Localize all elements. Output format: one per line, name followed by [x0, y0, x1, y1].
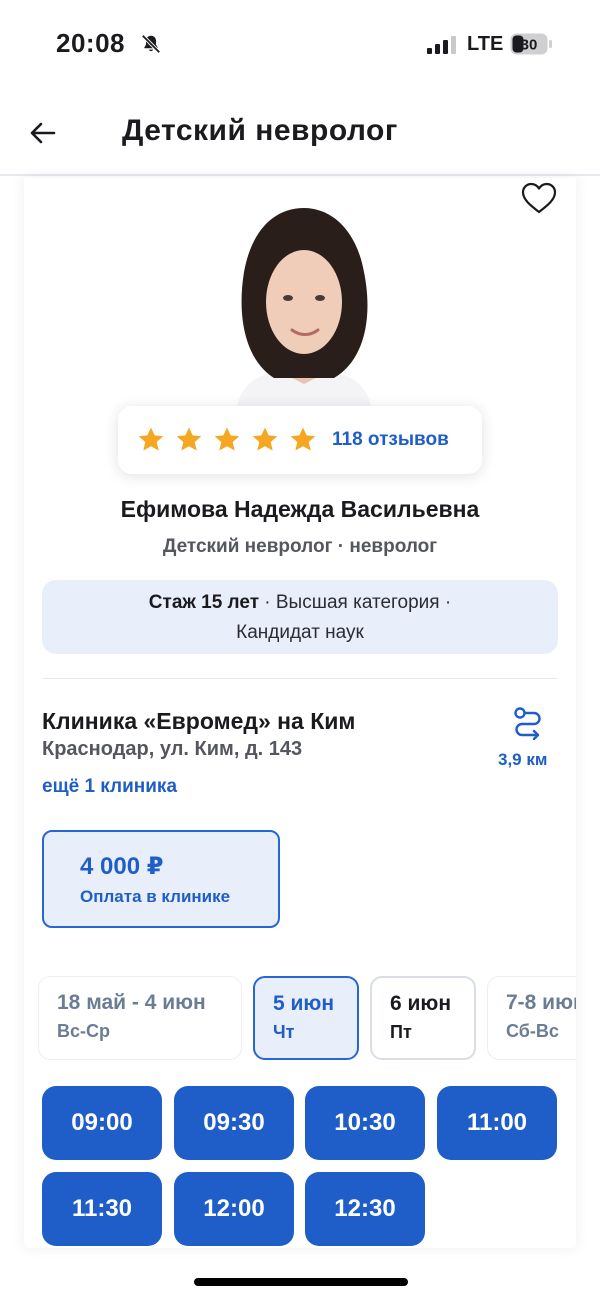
experience-label: Стаж 15 лет	[148, 592, 259, 613]
rating-badge[interactable]: 118 отзывов	[118, 406, 482, 474]
price-value: 4 000 ₽	[80, 853, 164, 880]
clinic-distance: 3,9 км	[498, 750, 548, 769]
date-tab-weekday: Чт	[273, 1022, 295, 1042]
star-icon	[176, 427, 202, 451]
clinic-address: Краснодар, ул. Ким, д. 143	[42, 738, 303, 760]
date-tab-date: 6 июн	[390, 992, 452, 1015]
date-tab-date: 7-8 июн	[506, 991, 576, 1014]
time-slot-button[interactable]: 12:00	[174, 1172, 294, 1246]
header: Детский невролог	[0, 100, 600, 176]
divider	[42, 678, 558, 679]
experience-box: Стаж 15 лет · Высшая категория · Кандида…	[42, 580, 558, 654]
doctor-specialty: Детский невролог · невролог	[162, 536, 438, 557]
time-slot-button[interactable]: 09:00	[42, 1086, 162, 1160]
star-icon	[214, 427, 240, 451]
page-title: Детский невролог	[122, 114, 398, 147]
date-tab-available[interactable]: 6 июн Пт	[370, 976, 476, 1060]
doctor-name: Ефимова Надежда Васильевна	[120, 496, 480, 522]
doctor-card: 118 отзывов Ефимова Надежда Васильевна Д…	[24, 178, 576, 1248]
date-tab-weekday: Сб-Вс	[506, 1021, 559, 1041]
experience-category: · Высшая категория ·	[259, 592, 452, 613]
route-icon[interactable]	[512, 706, 544, 740]
status-bar: 20:08 LTE 30	[0, 0, 600, 90]
price-option[interactable]: 4 000 ₽ Оплата в клинике	[42, 830, 280, 928]
time-slot-button[interactable]: 10:30	[305, 1086, 425, 1160]
price-payment-note: Оплата в клинике	[80, 887, 231, 906]
clinic-name[interactable]: Клиника «Евромед» на Ким	[42, 708, 355, 735]
date-tab-weekday: Вс-Ср	[57, 1021, 110, 1041]
home-indicator[interactable]	[194, 1278, 408, 1286]
status-time: 20:08	[56, 28, 125, 58]
date-tab-date: 18 май - 4 июн	[57, 991, 206, 1014]
date-tab-weekday: Пт	[390, 1022, 412, 1042]
star-icon	[290, 427, 316, 451]
heart-outline-icon[interactable]	[520, 180, 558, 216]
degree-label: Кандидат наук	[236, 622, 364, 643]
date-tab-selected[interactable]: 5 июн Чт	[253, 976, 359, 1060]
battery-icon: 30	[510, 33, 552, 55]
date-tab-range[interactable]: 18 май - 4 июн Вс-Ср	[38, 976, 242, 1060]
date-tab-weekend[interactable]: 7-8 июн Сб-Вс	[487, 976, 576, 1060]
doctor-photo	[214, 202, 394, 410]
network-type: LTE	[467, 33, 504, 55]
time-slot-button[interactable]: 12:30	[305, 1172, 425, 1246]
signal-icon	[427, 36, 456, 54]
time-slot-button[interactable]: 09:30	[174, 1086, 294, 1160]
time-slot-button[interactable]: 11:00	[437, 1086, 557, 1160]
date-tab-date: 5 июн	[273, 992, 335, 1015]
star-icon	[252, 427, 278, 451]
star-icon	[138, 427, 164, 451]
bell-slash-icon	[141, 34, 161, 54]
more-clinics-link[interactable]: ещё 1 клиника	[42, 776, 177, 798]
time-slot-button[interactable]: 11:30	[42, 1172, 162, 1246]
date-selector: 18 май - 4 июн Вс-Ср 5 июн Чт 6 июн Пт 7…	[38, 976, 576, 1060]
battery-level: 30	[521, 37, 538, 54]
reviews-link[interactable]: 118 отзывов	[332, 429, 449, 451]
arrow-left-icon[interactable]	[28, 118, 58, 148]
